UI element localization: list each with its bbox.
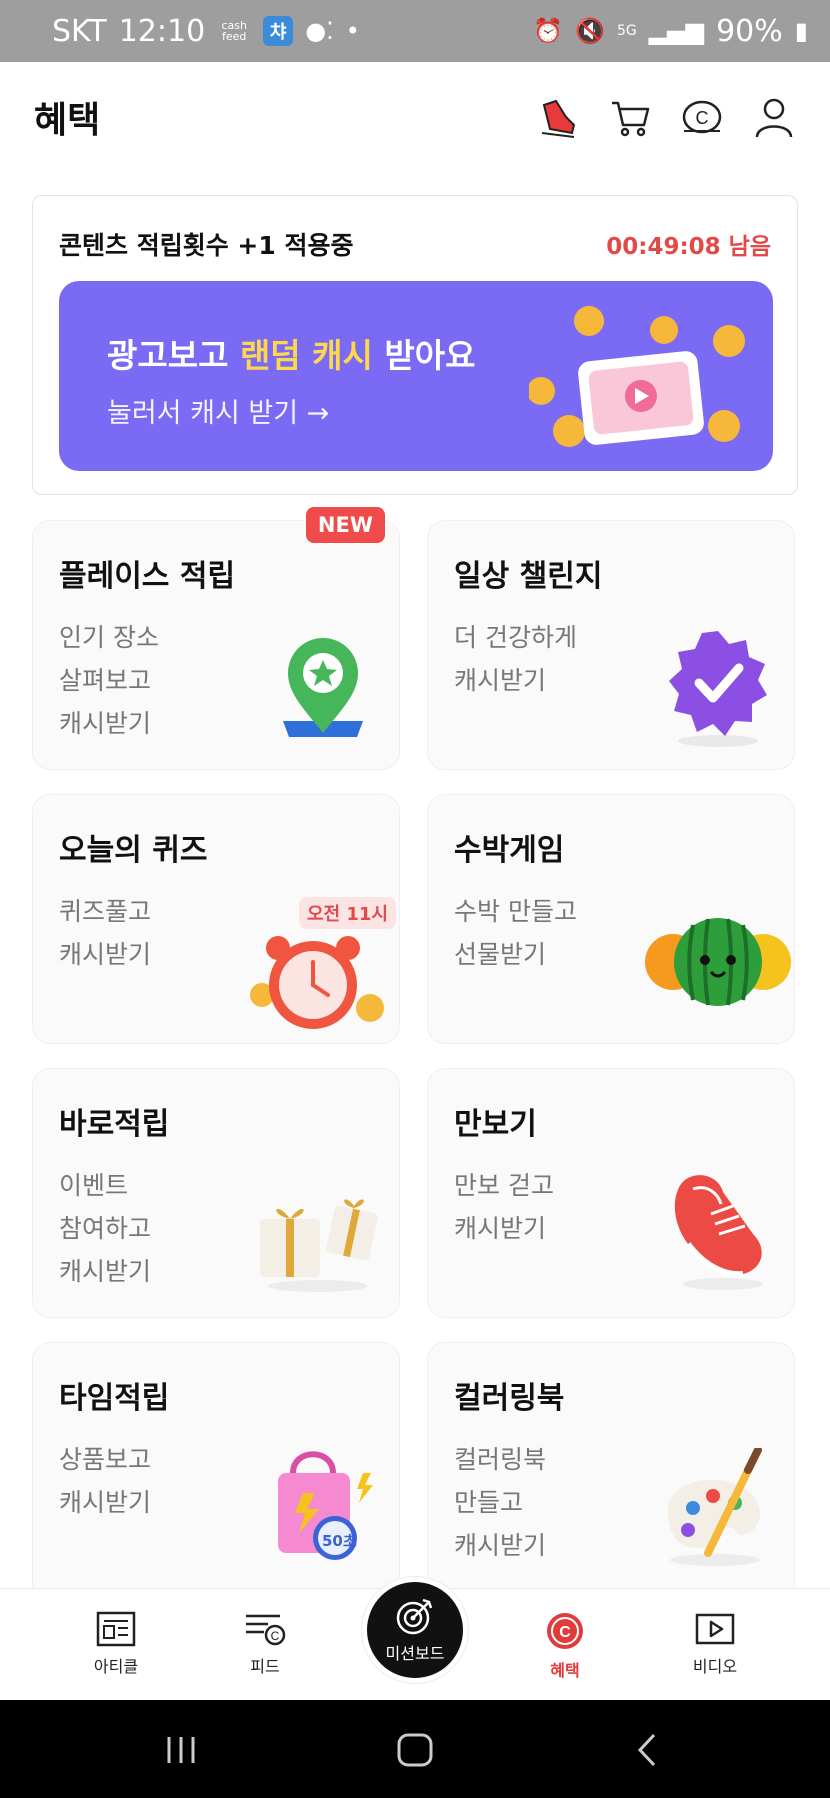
- cha-notification-icon: 챠: [263, 16, 294, 46]
- home-icon[interactable]: [390, 1730, 440, 1770]
- nav-article[interactable]: 아티클: [61, 1611, 171, 1677]
- card-today-quiz[interactable]: 오늘의 퀴즈 퀴즈풀고 캐시받기 오전 11시: [32, 794, 400, 1044]
- card-desc: 인기 장소 살펴보고 캐시받기: [59, 623, 159, 738]
- card-title: 일상 챌린지: [454, 559, 603, 594]
- svg-text:C: C: [559, 1624, 571, 1641]
- nav-feed[interactable]: C 피드: [210, 1611, 320, 1677]
- mute-icon: 🔇: [575, 17, 605, 45]
- card-title: 수박게임: [454, 833, 565, 868]
- article-icon: [96, 1611, 136, 1647]
- new-badge: NEW: [305, 507, 385, 543]
- boost-timer: 00:49:08 남음: [606, 234, 771, 260]
- coin-icon[interactable]: C: [680, 95, 724, 139]
- card-watermelon-game[interactable]: 수박게임 수박 만들고 선물받기: [427, 794, 795, 1044]
- alarm-clock-icon: [250, 936, 384, 1029]
- card-desc: 더 건강하게 캐시받기: [454, 623, 577, 695]
- circle-notification-icon: ●⁚: [305, 17, 334, 45]
- status-bar: SKT 12:10 cash feed 챠 ●⁚ • ⏰ 🔇 5G ▂▄▆ 90…: [0, 0, 830, 62]
- card-pedometer[interactable]: 만보기 만보 걷고 캐시받기: [427, 1068, 795, 1318]
- battery-icon: ▮: [794, 17, 808, 45]
- map-pin-star-icon: [283, 638, 363, 737]
- more-dot-icon: •: [345, 17, 360, 45]
- carrier-label: SKT: [52, 13, 107, 49]
- boost-card: 콘텐츠 적립횟수 +1 적용중 00:49:08 남음 광고보고 랜덤 캐시 받…: [32, 195, 798, 495]
- feed-icon: C: [246, 1614, 286, 1646]
- alarm-icon: ⏰: [533, 17, 564, 45]
- verified-badge-icon: [669, 631, 767, 747]
- card-title: 만보기: [454, 1107, 537, 1142]
- video-icon: [695, 1613, 735, 1645]
- nav-benefit[interactable]: C 혜택: [510, 1611, 620, 1681]
- card-instant-earn[interactable]: 바로적립 이벤트 참여하고 캐시받기: [32, 1068, 400, 1318]
- page-title: 혜택: [34, 100, 101, 141]
- app-header: 혜택 C: [0, 62, 830, 172]
- battery-label: 90%: [716, 13, 783, 49]
- ad-cash-banner[interactable]: 광고보고 랜덤 캐시 받아요 눌러서 캐시 받기 →: [59, 281, 773, 471]
- svg-text:C: C: [271, 1629, 280, 1643]
- nav-label: 혜택: [550, 1661, 580, 1680]
- nav-label: 아티클: [93, 1657, 139, 1676]
- signal-icon: ▂▄▆: [648, 17, 705, 45]
- video-coins-illustration: [529, 306, 745, 447]
- card-title: 컬러링북: [454, 1381, 565, 1416]
- card-coloring-book[interactable]: 컬러링북 컬러링북 만들고 캐시받기: [427, 1342, 795, 1602]
- card-desc: 컬러링북 만들고 캐시받기: [454, 1445, 547, 1560]
- paint-palette-icon: [667, 1448, 762, 1566]
- mission-board-label: 미션보드: [385, 1644, 445, 1663]
- nav-video[interactable]: 비디오: [660, 1611, 770, 1677]
- shoe-icon[interactable]: [536, 95, 580, 139]
- card-desc: 퀴즈풀고 캐시받기: [59, 897, 152, 969]
- back-icon[interactable]: [622, 1730, 672, 1770]
- quiz-time-badge: 오전 11시: [299, 897, 396, 929]
- card-title: 오늘의 퀴즈: [59, 833, 208, 868]
- card-desc: 수박 만들고 선물받기: [454, 897, 577, 969]
- card-desc: 만보 걷고 캐시받기: [454, 1171, 554, 1243]
- card-time-earn[interactable]: 타임적립 상품보고 캐시받기 50초: [32, 1342, 400, 1602]
- cart-icon[interactable]: [608, 95, 652, 139]
- clock-label: 12:10: [118, 13, 206, 49]
- nav-label: 피드: [250, 1657, 280, 1676]
- profile-icon[interactable]: [752, 95, 796, 139]
- target-icon: [396, 1598, 433, 1635]
- cashfeed-notification-icon: cash feed: [221, 19, 247, 43]
- benefit-coin-icon: C: [547, 1613, 583, 1649]
- sneaker-icon: [674, 1175, 763, 1290]
- card-title: 타임적립: [59, 1381, 170, 1416]
- ad-banner-subtitle: 눌러서 캐시 받기 →: [107, 398, 330, 429]
- nav-label: 비디오: [692, 1657, 738, 1676]
- gift-box-icon: [260, 1199, 378, 1292]
- card-desc: 이벤트 참여하고 캐시받기: [59, 1171, 152, 1286]
- card-title: 바로적립: [59, 1107, 170, 1142]
- card-daily-challenge[interactable]: 일상 챌린지 더 건강하게 캐시받기: [427, 520, 795, 770]
- system-nav-bar: [0, 1700, 830, 1798]
- boost-label: 콘텐츠 적립횟수 +1 적용중: [59, 231, 354, 260]
- timer-seconds-badge: 50초: [322, 1532, 357, 1550]
- recent-apps-icon[interactable]: [156, 1730, 206, 1770]
- card-title: 플레이스 적립: [59, 559, 236, 594]
- watermelon-icon: [645, 918, 791, 1006]
- card-place-earn[interactable]: NEW 플레이스 적립 인기 장소 살펴보고 캐시받기: [32, 507, 400, 770]
- card-desc: 상품보고 캐시받기: [59, 1445, 152, 1517]
- svg-text:C: C: [696, 108, 709, 128]
- ad-banner-title: 광고보고 랜덤 캐시 받아요: [107, 336, 476, 375]
- mission-board-button[interactable]: 미션보드: [362, 1577, 468, 1683]
- 5g-icon: 5G: [616, 23, 637, 39]
